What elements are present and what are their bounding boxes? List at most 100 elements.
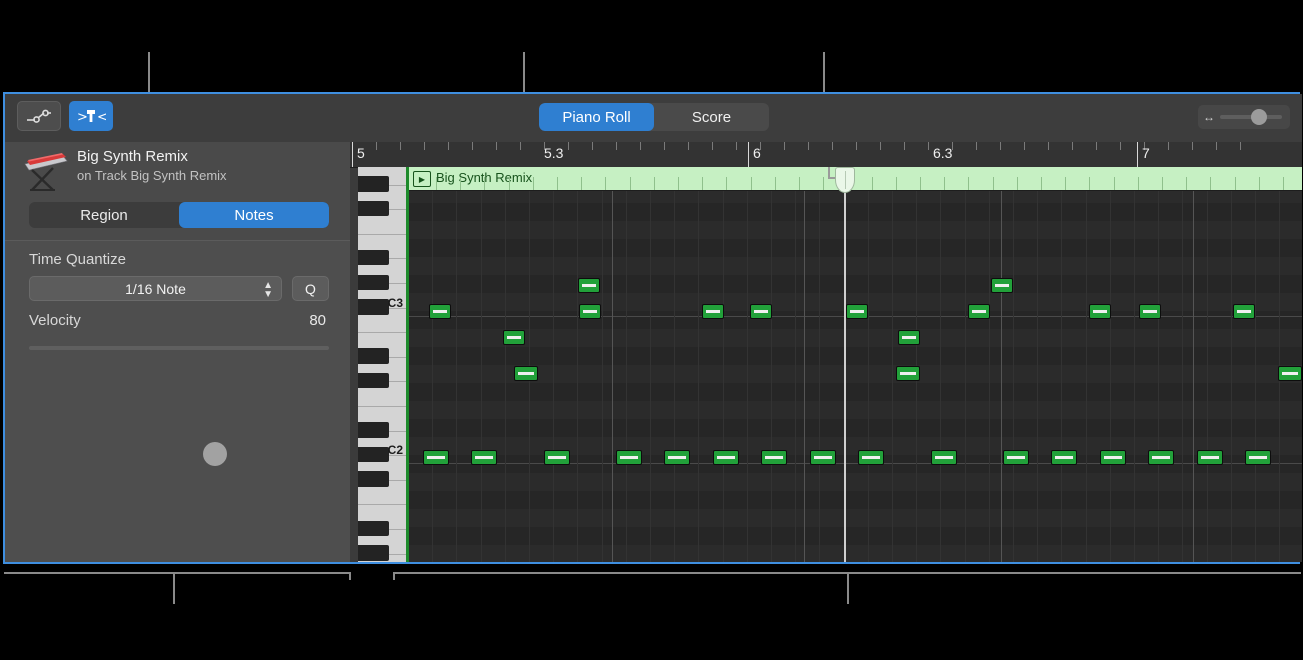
grid-row: [406, 221, 1302, 239]
midi-note[interactable]: [761, 450, 787, 465]
piano-key-label: C2: [388, 443, 403, 457]
playhead[interactable]: [844, 167, 846, 562]
ruler-tick: [1216, 142, 1217, 150]
ruler-tick: [592, 142, 593, 150]
midi-note[interactable]: [931, 450, 957, 465]
midi-note[interactable]: [1139, 304, 1161, 319]
midi-note[interactable]: [750, 304, 772, 319]
velocity-value: 80: [309, 312, 326, 329]
grid-row: [406, 365, 1302, 383]
midi-note[interactable]: [578, 278, 600, 293]
midi-note[interactable]: [1003, 450, 1029, 465]
note-grid[interactable]: [406, 167, 1302, 562]
midi-note[interactable]: [713, 450, 739, 465]
midi-note[interactable]: [503, 330, 525, 345]
midi-note[interactable]: [579, 304, 601, 319]
piano-black-key[interactable]: [358, 299, 389, 314]
ruler-label: 5.3: [544, 145, 563, 161]
velocity-slider[interactable]: [29, 346, 329, 350]
midi-note[interactable]: [810, 450, 836, 465]
piano-black-key[interactable]: [358, 250, 389, 265]
midi-note[interactable]: [896, 366, 920, 381]
time-quantize-select[interactable]: 1/16 Note ▲▼: [29, 276, 282, 301]
piano-black-key[interactable]: [358, 275, 389, 290]
ruler-tick: [1192, 142, 1193, 150]
note-velocity-bar: [583, 310, 597, 313]
piano-black-key[interactable]: [358, 176, 389, 191]
midi-note[interactable]: [846, 304, 868, 319]
region-tick: [484, 177, 485, 190]
automation-curve-icon[interactable]: [17, 101, 61, 131]
ruler-tick: [1168, 142, 1169, 150]
region-tick: [460, 177, 461, 190]
zoom-slider-control[interactable]: ↔: [1198, 105, 1290, 129]
midi-note[interactable]: [1278, 366, 1302, 381]
piano-black-key[interactable]: [358, 545, 389, 560]
note-velocity-bar: [427, 456, 445, 459]
zoom-slider-knob[interactable]: [1251, 109, 1267, 125]
grid-beat-line: [747, 167, 748, 562]
ruler-tick: [1240, 142, 1241, 150]
note-velocity-bar: [862, 456, 880, 459]
piano-black-key[interactable]: [358, 373, 389, 388]
grid-row: [406, 257, 1302, 275]
playhead-handle[interactable]: [835, 167, 855, 193]
midi-note[interactable]: [423, 450, 449, 465]
midi-note[interactable]: [514, 366, 538, 381]
midi-note[interactable]: [1245, 450, 1271, 465]
play-triangle-icon: ▶: [413, 171, 431, 187]
tab-score[interactable]: Score: [654, 103, 769, 131]
ruler-tick: [1096, 142, 1097, 150]
quantize-apply-button[interactable]: Q: [292, 276, 329, 301]
piano-black-key[interactable]: [358, 447, 389, 462]
note-velocity-bar: [717, 456, 735, 459]
midi-note[interactable]: [664, 450, 690, 465]
grid-beat-line: [432, 167, 433, 562]
grid-bar-line: [1001, 167, 1002, 562]
piano-black-key[interactable]: [358, 348, 389, 363]
midi-note[interactable]: [1089, 304, 1111, 319]
tab-notes[interactable]: Notes: [179, 202, 329, 228]
piano-keyboard[interactable]: C3 C2: [358, 167, 406, 562]
zoom-slider-track[interactable]: [1220, 115, 1282, 119]
grid-row: [406, 329, 1302, 347]
bar-ruler[interactable]: 55.366.37: [350, 142, 1302, 168]
midi-note[interactable]: [429, 304, 451, 319]
midi-note[interactable]: [1197, 450, 1223, 465]
midi-note[interactable]: [1233, 304, 1255, 319]
midi-note[interactable]: [616, 450, 642, 465]
velocity-slider-knob[interactable]: [203, 442, 227, 466]
midi-note[interactable]: [858, 450, 884, 465]
piano-black-key[interactable]: [358, 471, 389, 486]
region-tick: [1283, 177, 1284, 190]
piano-black-key[interactable]: [358, 422, 389, 437]
midi-note[interactable]: [1100, 450, 1126, 465]
midi-note[interactable]: [702, 304, 724, 319]
midi-note[interactable]: [544, 450, 570, 465]
midi-note[interactable]: [1051, 450, 1077, 465]
grid-row: [406, 491, 1302, 509]
region-tick: [872, 177, 873, 190]
tab-region[interactable]: Region: [29, 202, 179, 228]
ruler-tick: [880, 142, 881, 150]
ruler-tick: [808, 142, 809, 150]
note-velocity-bar: [1104, 456, 1122, 459]
ruler-tick: [664, 142, 665, 150]
region-tick: [1114, 177, 1115, 190]
region-tick: [1138, 177, 1139, 190]
midi-note[interactable]: [1148, 450, 1174, 465]
grid-beat-line: [1255, 167, 1256, 562]
midi-note[interactable]: [991, 278, 1013, 293]
piano-black-key[interactable]: [358, 201, 389, 216]
piano-black-key[interactable]: [358, 521, 389, 536]
midi-note-draw-icon[interactable]: > <: [69, 101, 113, 131]
midi-note[interactable]: [898, 330, 920, 345]
midi-note[interactable]: [471, 450, 497, 465]
grid-beat-line: [892, 167, 893, 562]
piano-key-label: C3: [388, 296, 403, 310]
region-tick: [944, 177, 945, 190]
ruler-tick: [520, 142, 521, 150]
region-tick: [799, 177, 800, 190]
tab-piano-roll[interactable]: Piano Roll: [539, 103, 654, 131]
midi-note[interactable]: [968, 304, 990, 319]
